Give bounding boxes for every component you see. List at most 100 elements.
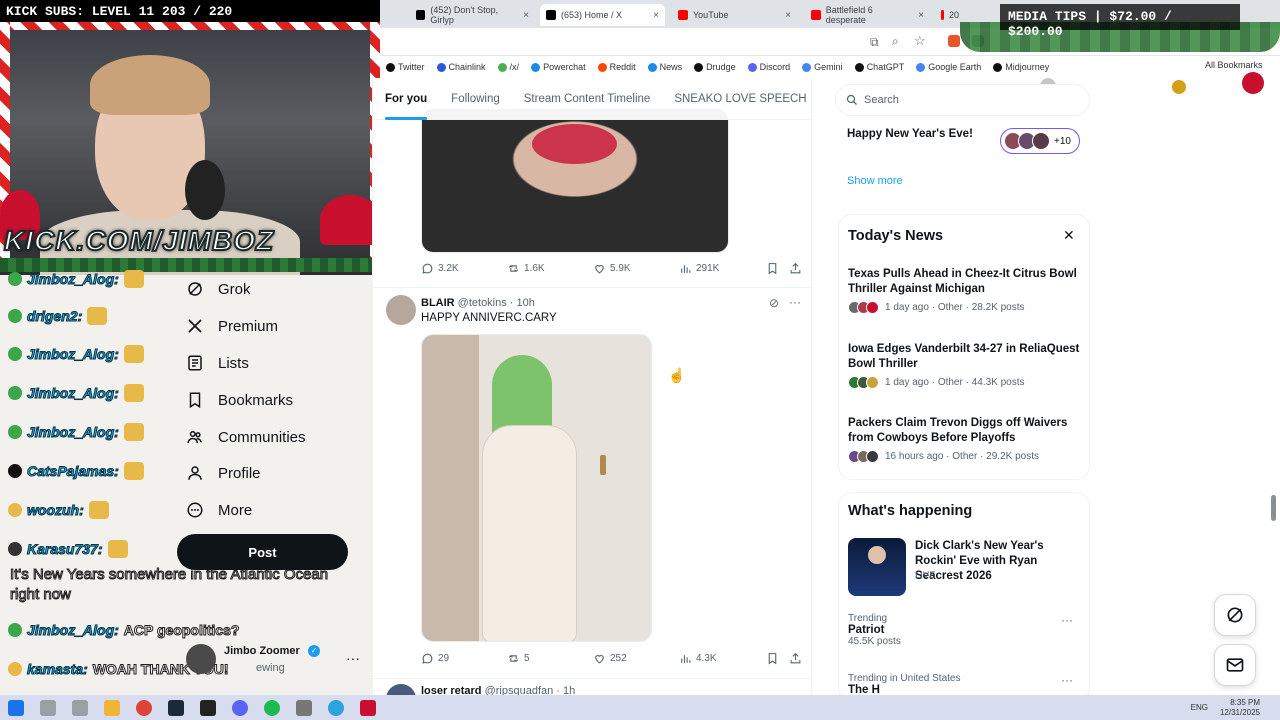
browser-tab[interactable]: YouTube × — [672, 4, 797, 26]
nav-item-profile[interactable]: Profile — [186, 458, 261, 488]
chat-badge-icon — [8, 386, 22, 400]
nav-item-bookmarks[interactable]: Bookmarks — [186, 385, 293, 415]
tweet-media-image[interactable] — [421, 334, 652, 642]
close-tab-icon[interactable]: × — [785, 10, 791, 21]
avatar[interactable] — [386, 684, 416, 695]
close-tab-icon[interactable]: × — [653, 10, 659, 21]
close-icon[interactable]: ✕ — [1063, 227, 1075, 244]
bookmark-item[interactable]: Google Earth — [910, 62, 987, 72]
chat-badge-icon — [8, 503, 22, 517]
news-item[interactable]: Packers Claim Trevon Diggs off Waivers f… — [848, 416, 1083, 463]
event-person-face — [868, 546, 886, 564]
bookmark-item[interactable]: /x/ — [492, 62, 526, 72]
bookmark-item[interactable]: Gemini — [796, 62, 849, 72]
tweet-author-name[interactable]: BLAIR — [421, 297, 455, 309]
close-tab-icon[interactable]: × — [918, 10, 924, 21]
grok-float-button[interactable] — [1214, 594, 1256, 636]
clock[interactable]: 8:35 PM 12/31/2025 — [1220, 698, 1260, 718]
trend-title[interactable]: Happy New Year's Eve! — [847, 128, 973, 140]
reply-button[interactable]: 3.2K — [421, 262, 459, 275]
search-icon — [846, 94, 857, 105]
bookmark-item[interactable]: Reddit — [592, 62, 642, 72]
repost-button[interactable]: 5 — [507, 652, 530, 665]
discord-icon[interactable] — [232, 699, 248, 716]
bookmark-item[interactable]: Discord — [742, 62, 797, 72]
bookmark-item[interactable]: Midjourney — [987, 62, 1055, 72]
tab-for-you[interactable]: For you — [373, 78, 439, 120]
like-button[interactable]: 5.9K — [593, 262, 631, 275]
more-dots-icon[interactable]: ··· — [346, 650, 360, 666]
event-thumbnail[interactable] — [848, 538, 906, 596]
bookmark-item[interactable]: Twitter — [380, 62, 431, 72]
bookmark-item[interactable]: News — [642, 62, 689, 72]
tab-favicon-icon — [546, 10, 556, 20]
bookmark-button[interactable] — [766, 262, 779, 275]
close-tab-icon[interactable]: × — [523, 10, 529, 21]
nav-item-premium[interactable]: Premium — [186, 311, 278, 341]
event-title[interactable]: Dick Clark's New Year's Rockin' Eve with… — [915, 539, 1085, 584]
tweet-media-image[interactable] — [421, 108, 729, 253]
search-box[interactable]: Search — [835, 84, 1090, 116]
zoom-icon[interactable]: ⌕ — [892, 34, 899, 49]
chrome-icon[interactable] — [136, 699, 152, 716]
post-button[interactable]: Post — [177, 534, 348, 570]
bookmark-label: /x/ — [509, 62, 520, 72]
tweet-author-name[interactable]: loser retard — [421, 685, 482, 695]
steam-icon[interactable] — [168, 699, 184, 716]
messages-float-button[interactable] — [1214, 644, 1256, 686]
like-button[interactable]: 252 — [593, 652, 627, 665]
nav-item-lists[interactable]: Lists — [186, 348, 249, 378]
start-icon[interactable] — [8, 699, 24, 716]
more-dots-icon[interactable]: ··· — [789, 295, 801, 309]
tweet-author-handle[interactable]: @tetokins · 10h — [458, 297, 535, 309]
avatar[interactable] — [386, 295, 416, 325]
facepile-button[interactable]: +10 — [1000, 128, 1080, 154]
search-icon[interactable] — [40, 699, 56, 716]
share-button[interactable] — [789, 262, 802, 275]
extension-icon[interactable] — [948, 35, 960, 47]
install-app-icon[interactable]: ⧉ — [870, 35, 879, 50]
news-item[interactable]: Texas Pulls Ahead in Cheez-It Citrus Bow… — [848, 267, 1083, 314]
nav-item-more[interactable]: More — [186, 495, 252, 525]
views-button[interactable]: 291K — [679, 262, 719, 275]
more-dots-icon[interactable]: ··· — [1061, 673, 1073, 687]
task-view-icon[interactable] — [72, 699, 88, 716]
bookmark-item[interactable]: Chainlink — [431, 62, 492, 72]
nav-item-communities[interactable]: Communities — [186, 422, 306, 452]
facepile — [848, 301, 879, 314]
views-button[interactable]: 4.3K — [679, 652, 717, 665]
browser-tab[interactable]: (452) Don't Stop, Girlyp × — [410, 4, 535, 26]
tab-following[interactable]: Following — [439, 78, 512, 120]
file-explorer-icon[interactable] — [104, 699, 120, 716]
repost-button[interactable]: 1.6K — [507, 262, 545, 275]
browser-tab[interactable]: Battlefield 6 desperate × — [805, 4, 930, 26]
telegram-icon[interactable] — [328, 699, 344, 716]
show-more-link[interactable]: Show more — [847, 175, 903, 187]
browser-tab[interactable]: (653) Home / X × — [540, 4, 665, 26]
trend-item[interactable]: Trending in United States The H ··· — [848, 673, 1083, 696]
more-dots-icon[interactable]: ··· — [1061, 613, 1073, 627]
tweet-author-handle[interactable]: @ripsquadfan · 1h — [485, 685, 576, 695]
spotify-icon[interactable] — [264, 699, 280, 716]
all-bookmarks[interactable]: All Bookmarks — [1205, 60, 1263, 70]
tab-stream-content-timeline[interactable]: Stream Content Timeline — [512, 78, 663, 120]
bookmark-item[interactable]: Powerchat — [525, 62, 592, 72]
news-item[interactable]: Iowa Edges Vanderbilt 34-27 in ReliaQues… — [848, 342, 1083, 389]
search-input[interactable]: Search — [864, 94, 899, 106]
app-icon[interactable] — [200, 699, 216, 716]
app-icon[interactable] — [360, 699, 376, 716]
star-icon[interactable]: ☆ — [914, 33, 926, 49]
tab-sneako-love-speech[interactable]: SNEAKO LOVE SPEECH — [662, 78, 811, 120]
reply-button[interactable]: 29 — [421, 652, 449, 665]
trend-item[interactable]: Trending Patriot 45.5K posts ··· — [848, 613, 1083, 647]
bookmark-item[interactable]: ChatGPT — [849, 62, 911, 72]
page-scrollbar[interactable] — [1271, 495, 1276, 521]
account-switcher[interactable]: Jimbo Zoomer ✓ ewing ··· — [186, 640, 366, 680]
bookmark-item[interactable]: Drudge — [688, 62, 742, 72]
nav-item-grok[interactable]: Grok — [186, 274, 251, 304]
share-button[interactable] — [789, 652, 802, 665]
app-icon[interactable] — [296, 699, 312, 716]
language-indicator[interactable]: ENG — [1191, 703, 1208, 712]
bookmark-button[interactable] — [766, 652, 779, 665]
grok-icon[interactable]: ⊘ — [769, 296, 779, 310]
